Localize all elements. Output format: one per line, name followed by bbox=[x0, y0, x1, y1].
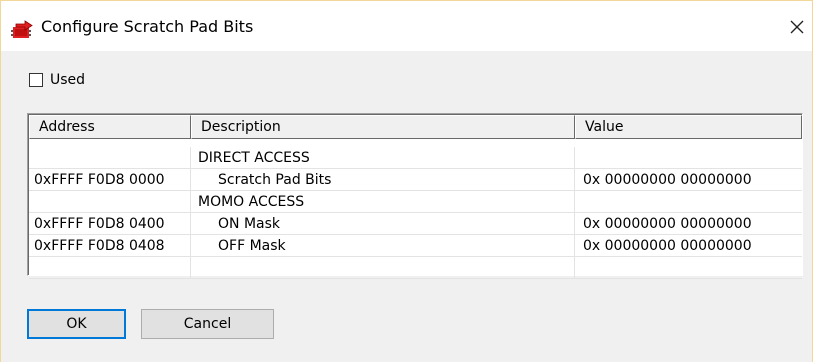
cell-description: DIRECT ACCESS bbox=[191, 147, 575, 169]
cell-description: OFF Mask bbox=[191, 235, 575, 257]
column-header-description[interactable]: Description bbox=[191, 115, 575, 139]
window-border bbox=[0, 0, 1, 362]
cell-description bbox=[191, 257, 575, 279]
cell-value bbox=[575, 257, 802, 279]
cell-address: 0xFFFF F0D8 0408 bbox=[29, 235, 191, 257]
cell-value: 0x 00000000 00000000 bbox=[575, 213, 802, 235]
cell-address: 0xFFFF F0D8 0000 bbox=[29, 169, 191, 191]
cell-value bbox=[575, 147, 802, 169]
table-row[interactable]: 0xFFFF F0D8 0400 ON Mask 0x 00000000 000… bbox=[29, 213, 802, 235]
cancel-button[interactable]: Cancel bbox=[141, 309, 274, 339]
table-header: Address Description Value bbox=[29, 115, 802, 139]
cell-address bbox=[29, 257, 191, 279]
used-label: Used bbox=[50, 72, 86, 88]
table-row[interactable]: 0xFFFF F0D8 0408 OFF Mask 0x 00000000 00… bbox=[29, 235, 802, 257]
table-row[interactable]: DIRECT ACCESS bbox=[29, 147, 802, 169]
cell-address bbox=[29, 147, 191, 169]
table-row[interactable]: MOMO ACCESS bbox=[29, 191, 802, 213]
cell-description: ON Mask bbox=[191, 213, 575, 235]
cell-description: MOMO ACCESS bbox=[191, 191, 575, 213]
register-table[interactable]: Address Description Value DIRECT ACCESS … bbox=[27, 113, 803, 279]
column-header-address[interactable]: Address bbox=[29, 115, 191, 139]
cell-description: Scratch Pad Bits bbox=[191, 169, 575, 191]
cell-value: 0x 00000000 00000000 bbox=[575, 169, 802, 191]
used-checkbox[interactable] bbox=[29, 73, 43, 87]
table-row[interactable] bbox=[29, 257, 802, 279]
window-title: Configure Scratch Pad Bits bbox=[41, 17, 254, 36]
column-header-value[interactable]: Value bbox=[575, 115, 802, 139]
ok-button[interactable]: OK bbox=[27, 309, 126, 339]
app-icon bbox=[11, 20, 33, 38]
close-icon[interactable] bbox=[783, 13, 811, 41]
cell-value bbox=[575, 191, 802, 213]
cell-address: 0xFFFF F0D8 0400 bbox=[29, 213, 191, 235]
table-row[interactable]: 0xFFFF F0D8 0000 Scratch Pad Bits 0x 000… bbox=[29, 169, 802, 191]
cell-address bbox=[29, 191, 191, 213]
cell-value: 0x 00000000 00000000 bbox=[575, 235, 802, 257]
title-bar[interactable]: Configure Scratch Pad Bits bbox=[1, 1, 812, 51]
configure-dialog: Configure Scratch Pad Bits Used Address … bbox=[0, 0, 813, 362]
used-checkbox-row[interactable]: Used bbox=[29, 69, 85, 91]
table-body: DIRECT ACCESS 0xFFFF F0D8 0000 Scratch P… bbox=[29, 147, 802, 279]
